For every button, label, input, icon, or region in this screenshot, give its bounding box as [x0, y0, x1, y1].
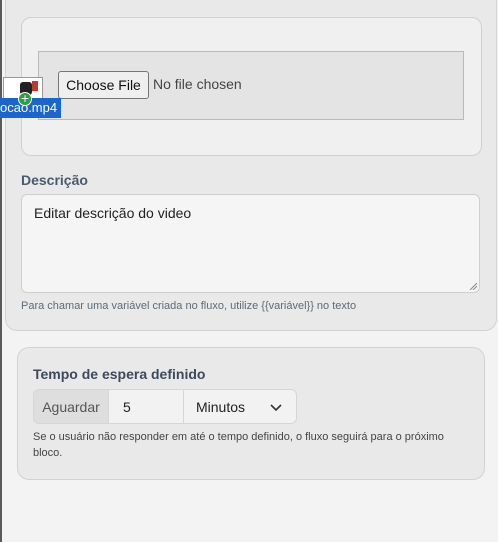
description-textarea[interactable]: Editar descrição do video [21, 194, 480, 293]
wait-unit-value: Minutos [196, 398, 246, 415]
description-label: Descrição [21, 172, 88, 188]
wait-time-hint: Se o usuário não responder em até o temp… [33, 431, 444, 459]
description-text: Editar descrição do video [34, 205, 192, 221]
wait-time-title: Tempo de espera definido [33, 366, 206, 382]
wait-amount-input[interactable]: 5 [109, 389, 184, 424]
file-status-text: No file chosen [153, 76, 242, 92]
dragged-file-ghost: ocao.mp4 + [0, 76, 62, 120]
wait-input-group: Aguardar 5 Minutos [33, 389, 297, 424]
description-hint: Para chamar uma variável criada no fluxo… [21, 300, 357, 312]
chevron-down-icon [270, 404, 282, 412]
choose-file-button[interactable]: Choose File [58, 71, 149, 99]
resize-grip-icon[interactable] [469, 282, 477, 290]
wait-addon-label: Aguardar [33, 389, 109, 424]
wait-unit-select[interactable]: Minutos [184, 389, 297, 424]
drop-add-icon: + [18, 92, 32, 106]
